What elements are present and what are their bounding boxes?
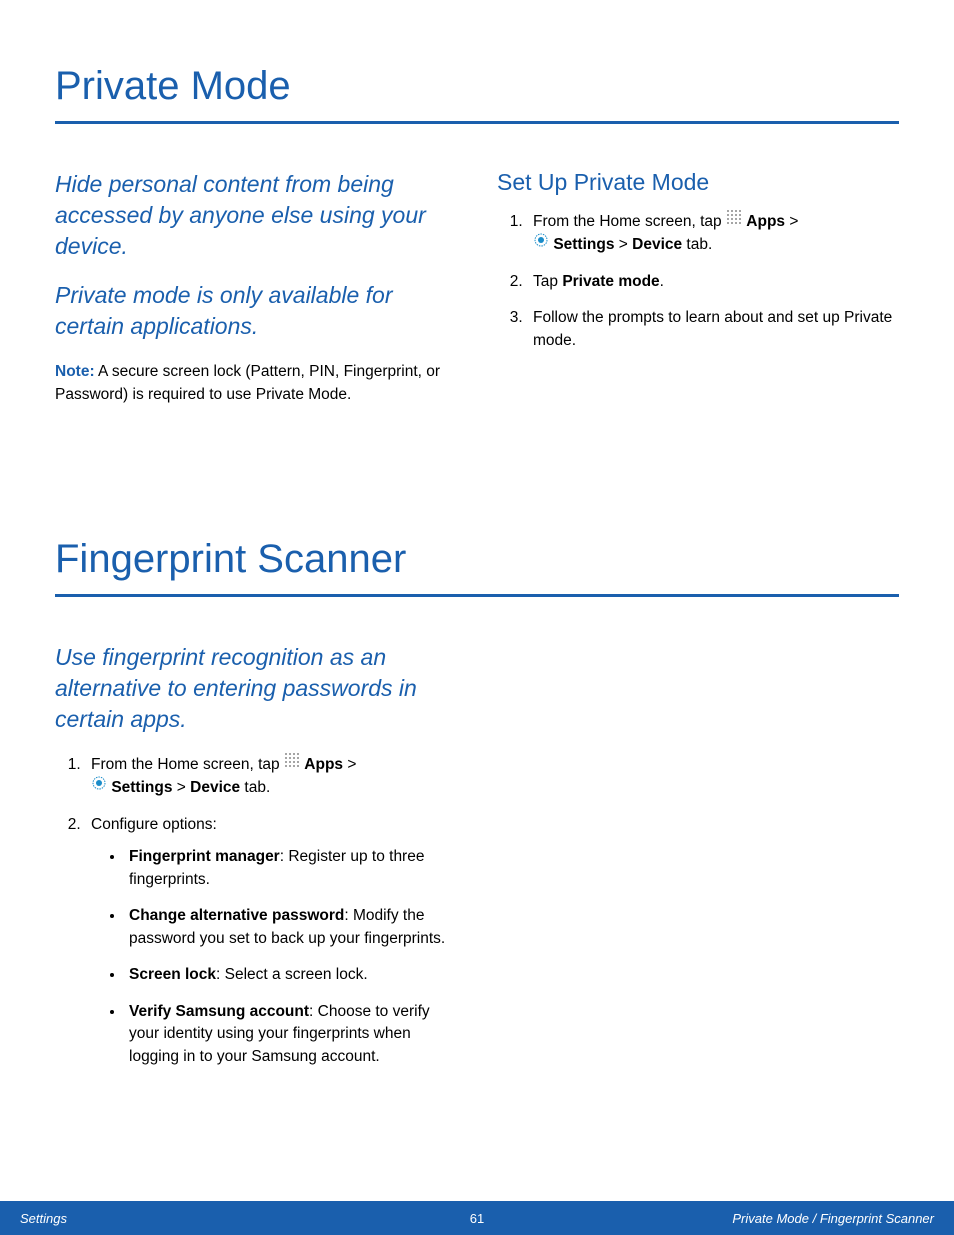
- page-footer: Settings 61 Private Mode / Fingerprint S…: [0, 1201, 954, 1235]
- section-title-private-mode: Private Mode: [55, 64, 899, 109]
- fp-step-1-gt2: >: [172, 779, 190, 796]
- step-1-device: Device: [632, 236, 682, 253]
- step-1: From the Home screen, tap Apps > Setting…: [527, 210, 899, 257]
- step-1-tab: tab.: [682, 236, 712, 253]
- section2-columns: Use fingerprint recognition as an altern…: [55, 642, 899, 1082]
- step-2: Tap Private mode.: [527, 271, 899, 293]
- fp-option-1: Fingerprint manager: Register up to thre…: [125, 846, 457, 891]
- document-page: Private Mode Hide personal content from …: [0, 0, 954, 1235]
- section-fingerprint: Fingerprint Scanner Use fingerprint reco…: [55, 537, 899, 1082]
- fp-step-2: Configure options: Fingerprint manager: …: [85, 814, 457, 1068]
- fp-step-1-apps: Apps: [304, 756, 343, 773]
- fp-option-1-bold: Fingerprint manager: [129, 848, 280, 865]
- step-1-settings: Settings: [553, 236, 614, 253]
- note-text: A secure screen lock (Pattern, PIN, Fing…: [55, 363, 440, 403]
- fp-step-1-gt1: >: [343, 756, 356, 773]
- note-label: Note:: [55, 363, 95, 380]
- step-1-pre: From the Home screen, tap: [533, 213, 726, 230]
- apps-grid-icon: [284, 752, 300, 775]
- footer-left: Settings: [20, 1211, 67, 1226]
- fp-step-2-text: Configure options:: [91, 816, 217, 833]
- fp-step-1-pre: From the Home screen, tap: [91, 756, 284, 773]
- section-rule: [55, 121, 899, 124]
- section-rule-2: [55, 594, 899, 597]
- settings-gear-icon: [91, 775, 107, 798]
- fp-option-4: Verify Samsung account: Choose to verify…: [125, 1001, 457, 1068]
- fp-step-1-device: Device: [190, 779, 240, 796]
- step-2-post: .: [660, 273, 664, 290]
- section2-right-column: [497, 642, 899, 1082]
- intro-paragraph-2: Private mode is only available for certa…: [55, 280, 457, 342]
- fp-option-2-bold: Change alternative password: [129, 907, 344, 924]
- step-2-bold: Private mode: [562, 273, 659, 290]
- steps-list-fingerprint: From the Home screen, tap Apps > Setting…: [55, 753, 457, 1068]
- fp-option-3-text: : Select a screen lock.: [216, 966, 368, 983]
- fp-step-1-settings: Settings: [111, 779, 172, 796]
- step-1-gt2: >: [614, 236, 632, 253]
- section1-left-column: Hide personal content from being accesse…: [55, 169, 457, 407]
- footer-right: Private Mode / Fingerprint Scanner: [732, 1211, 934, 1226]
- intro-paragraph-1: Hide personal content from being accesse…: [55, 169, 457, 262]
- section1-columns: Hide personal content from being accesse…: [55, 169, 899, 407]
- subheading-set-up-private-mode: Set Up Private Mode: [497, 169, 899, 196]
- step-1-apps: Apps: [746, 213, 785, 230]
- steps-list-private-mode: From the Home screen, tap Apps > Setting…: [497, 210, 899, 352]
- fp-step-1-tab: tab.: [240, 779, 270, 796]
- fp-step-1: From the Home screen, tap Apps > Setting…: [85, 753, 457, 800]
- section1-right-column: Set Up Private Mode From the Home screen…: [497, 169, 899, 407]
- fp-option-4-bold: Verify Samsung account: [129, 1003, 309, 1020]
- step-3: Follow the prompts to learn about and se…: [527, 307, 899, 352]
- fp-option-3-bold: Screen lock: [129, 966, 216, 983]
- footer-page-number: 61: [470, 1211, 484, 1226]
- note-paragraph: Note: A secure screen lock (Pattern, PIN…: [55, 360, 457, 407]
- fp-option-2: Change alternative password: Modify the …: [125, 905, 457, 950]
- fp-options-list: Fingerprint manager: Register up to thre…: [91, 846, 457, 1068]
- settings-gear-icon: [533, 232, 549, 255]
- section2-left-column: Use fingerprint recognition as an altern…: [55, 642, 457, 1082]
- apps-grid-icon: [726, 209, 742, 232]
- section-title-fingerprint-scanner: Fingerprint Scanner: [55, 537, 899, 582]
- step-1-gt1: >: [785, 213, 798, 230]
- fp-option-3: Screen lock: Select a screen lock.: [125, 964, 457, 986]
- step-2-pre: Tap: [533, 273, 562, 290]
- intro-fingerprint: Use fingerprint recognition as an altern…: [55, 642, 457, 735]
